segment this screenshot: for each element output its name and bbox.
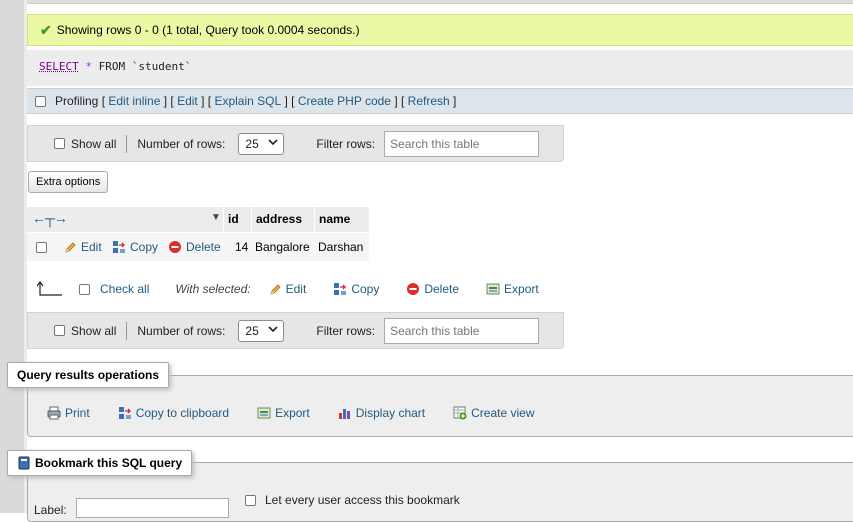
query-operations-list: Print Copy to clipboard Export Display c… bbox=[47, 406, 562, 420]
print-icon bbox=[47, 406, 61, 420]
show-all-label: Show all bbox=[71, 323, 117, 338]
create-php-code-link[interactable]: Create PHP code bbox=[298, 94, 391, 108]
cell-id[interactable]: 14 bbox=[235, 233, 248, 261]
export-button[interactable]: Export bbox=[257, 406, 310, 420]
sql-keyword-select[interactable]: SELECT bbox=[39, 60, 79, 73]
filter-rows-input[interactable]: Search this table bbox=[384, 130, 540, 157]
pencil-icon bbox=[64, 241, 77, 254]
cell-name[interactable]: Darshan bbox=[318, 233, 363, 261]
bookmark-label-input[interactable] bbox=[75, 498, 229, 518]
column-resize-arrows-icon[interactable]: ←┬→ bbox=[32, 210, 68, 226]
success-text: Showing rows 0 - 0 (1 total, Query took … bbox=[56, 23, 360, 37]
bulk-export-button[interactable]: Export bbox=[486, 282, 539, 296]
number-of-rows-select[interactable]: 25 bbox=[238, 132, 285, 155]
copy-icon bbox=[333, 282, 347, 296]
delete-icon bbox=[168, 240, 182, 254]
bulk-edit-button[interactable]: Edit bbox=[269, 282, 306, 296]
column-header-id[interactable]: id bbox=[223, 207, 253, 232]
arrow-up-left-icon bbox=[36, 281, 63, 297]
create-view-icon bbox=[453, 406, 467, 420]
pencil-icon bbox=[269, 283, 282, 296]
profiling-checkbox[interactable] bbox=[35, 95, 46, 107]
bookmark-share-row: Let every user access this bookmark bbox=[245, 493, 460, 507]
export-icon bbox=[486, 282, 500, 296]
profiling-bar: Profiling [ Edit inline ] [ Edit ] [ Exp… bbox=[27, 88, 853, 114]
print-button[interactable]: Print bbox=[47, 406, 90, 420]
filter-rows-label: Filter rows: bbox=[316, 136, 376, 151]
row-edit-button[interactable]: Edit bbox=[64, 233, 102, 261]
bookmark-label-text: Label: bbox=[34, 503, 67, 517]
sql-table-name: `student` bbox=[131, 60, 192, 73]
show-all-checkbox[interactable] bbox=[54, 325, 65, 336]
separator bbox=[126, 134, 128, 153]
column-header-name[interactable]: name bbox=[314, 207, 369, 232]
filter-rows-label: Filter rows: bbox=[316, 323, 376, 338]
sql-query-display: SELECT * FROM `student` bbox=[27, 50, 853, 86]
results-table-header: ←┬→ ▼ id address name bbox=[27, 207, 369, 233]
row-delete-button[interactable]: Delete bbox=[168, 233, 221, 261]
every-user-label: Let every user access this bookmark bbox=[265, 493, 460, 507]
check-all-label[interactable]: Check all bbox=[100, 282, 149, 296]
navigation-panel-edge bbox=[0, 0, 25, 513]
with-selected-bar: Check all With selected: Edit Copy Delet… bbox=[27, 276, 587, 302]
delete-icon bbox=[406, 282, 420, 296]
number-of-rows-label: Number of rows: bbox=[137, 136, 226, 151]
show-all-checkbox[interactable] bbox=[54, 138, 65, 149]
row-copy-button[interactable]: Copy bbox=[112, 233, 158, 261]
export-icon bbox=[257, 406, 271, 420]
navigation-bar-top: Show all Number of rows: 25 Filter rows:… bbox=[27, 125, 564, 162]
refresh-link[interactable]: Refresh bbox=[408, 94, 450, 108]
copy-to-clipboard-button[interactable]: Copy to clipboard bbox=[118, 406, 229, 420]
cell-address[interactable]: Bangalore bbox=[255, 233, 310, 261]
navigation-bar-bottom: Show all Number of rows: 25 Filter rows:… bbox=[27, 312, 564, 349]
bulk-delete-button[interactable]: Delete bbox=[406, 282, 459, 296]
success-message: ✔ Showing rows 0 - 0 (1 total, Query too… bbox=[27, 14, 853, 46]
sql-keyword-from: FROM bbox=[98, 60, 126, 73]
table-row: Edit Copy Delete 14 Bangalore Darshan bbox=[27, 233, 369, 261]
bulk-copy-button[interactable]: Copy bbox=[333, 282, 379, 296]
every-user-checkbox[interactable] bbox=[245, 494, 256, 506]
profiling-label: Profiling bbox=[55, 94, 99, 108]
sort-triangle-icon[interactable]: ▼ bbox=[211, 212, 221, 223]
chevron-down-icon bbox=[268, 325, 278, 336]
check-all-checkbox[interactable] bbox=[79, 283, 90, 295]
row-checkbox[interactable] bbox=[36, 242, 47, 253]
show-all-label: Show all bbox=[71, 136, 117, 151]
number-of-rows-label: Number of rows: bbox=[137, 323, 226, 338]
edit-inline-link[interactable]: Edit inline bbox=[108, 94, 160, 108]
filter-rows-input[interactable]: Search this table bbox=[384, 317, 540, 344]
chevron-down-icon bbox=[268, 138, 278, 149]
query-results-operations-legend: Query results operations bbox=[7, 362, 170, 388]
edit-link[interactable]: Edit bbox=[177, 94, 198, 108]
bookmark-legend: Bookmark this SQL query bbox=[7, 450, 193, 476]
bookmark-label-row: Label: bbox=[34, 496, 229, 518]
display-chart-button[interactable]: Display chart bbox=[338, 406, 425, 420]
bar-chart-icon bbox=[338, 406, 352, 420]
top-tab-strip bbox=[27, 0, 853, 4]
explain-sql-link[interactable]: Explain SQL bbox=[214, 94, 281, 108]
number-of-rows-select[interactable]: 25 bbox=[238, 319, 285, 342]
copy-icon bbox=[118, 406, 132, 420]
sql-star: * bbox=[85, 60, 92, 73]
column-header-address[interactable]: address bbox=[251, 207, 314, 232]
extra-options-button[interactable]: Extra options bbox=[28, 171, 109, 193]
create-view-button[interactable]: Create view bbox=[453, 406, 534, 420]
with-selected-label: With selected: bbox=[175, 282, 251, 296]
check-icon: ✔ bbox=[40, 21, 52, 38]
bookmark-icon bbox=[17, 456, 31, 470]
copy-icon bbox=[112, 240, 126, 254]
separator bbox=[126, 321, 128, 340]
